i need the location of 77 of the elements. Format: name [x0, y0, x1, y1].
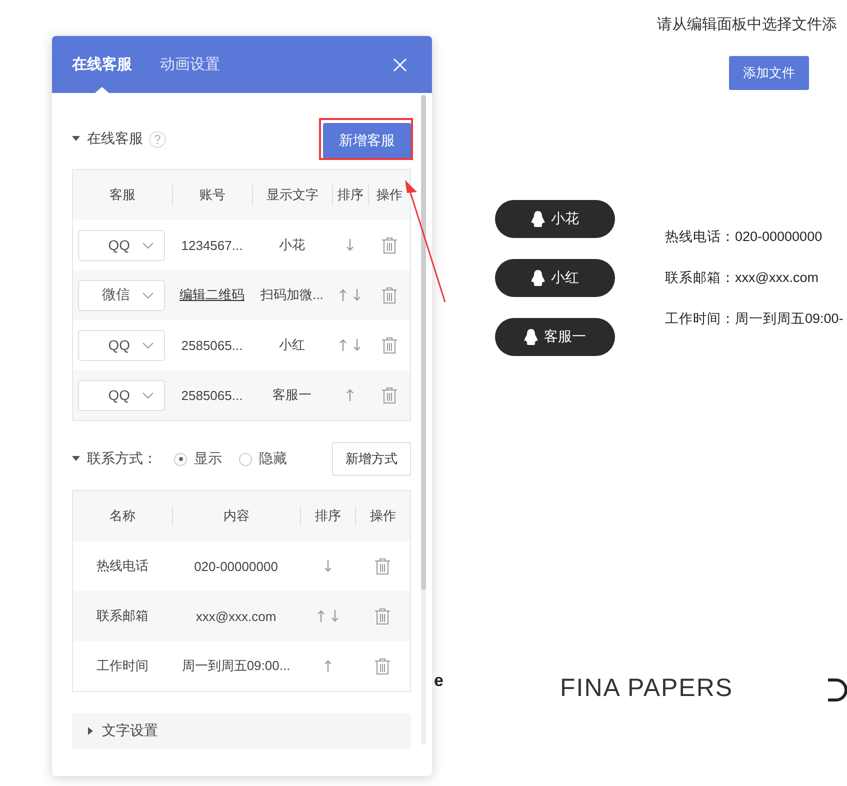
radio-label[interactable]: 显示	[194, 450, 222, 468]
table-cell: 小红	[279, 336, 305, 354]
up-arrow-icon[interactable]	[324, 660, 332, 672]
edit-qr-link[interactable]: 编辑二维码	[180, 286, 244, 304]
radio-label[interactable]: 隐藏	[259, 450, 287, 468]
caret-icon[interactable]	[72, 136, 80, 142]
logo-icon	[826, 678, 847, 702]
column-header: 操作	[355, 506, 410, 526]
column-header: 排序	[332, 185, 368, 205]
trash-icon[interactable]	[382, 336, 396, 354]
table-cell: 2585065...	[181, 338, 243, 352]
chevron-icon	[142, 342, 154, 348]
add-contact-button[interactable]: 新增方式	[332, 442, 411, 476]
table-cell: 1234567...	[181, 238, 243, 252]
trash-icon[interactable]	[375, 558, 390, 574]
up-arrow-icon[interactable]	[339, 289, 347, 301]
table-cell: xxx@xxx.com	[196, 608, 276, 624]
add-service-button[interactable]: 新增客服	[323, 123, 411, 159]
up-arrow-icon[interactable]	[316, 610, 324, 622]
type-select[interactable]: QQ	[78, 380, 165, 410]
column-header: 名称	[108, 507, 136, 525]
service-button[interactable]: 小红	[495, 259, 615, 297]
up-arrow-icon[interactable]	[346, 389, 354, 401]
table-cell: 周一到周五09:00...	[182, 657, 290, 675]
scrollbar[interactable]	[421, 95, 426, 745]
down-arrow-icon[interactable]	[353, 289, 361, 301]
contact-line: 工作时间：周一到周五09:00-	[665, 310, 844, 328]
penguin-icon	[531, 211, 545, 227]
add-file-button[interactable]: 添加文件	[729, 56, 809, 90]
down-arrow-icon[interactable]	[324, 560, 332, 572]
column-header: 排序	[300, 506, 355, 526]
penguin-icon	[531, 270, 545, 286]
table-cell: 2585065...	[181, 388, 243, 402]
column-header: 账号	[172, 185, 252, 205]
caret-icon[interactable]	[72, 456, 80, 462]
column-header: 客服	[108, 186, 136, 204]
chevron-icon	[142, 392, 154, 398]
text-settings-section[interactable]: 文字设置	[72, 713, 411, 749]
trash-icon[interactable]	[382, 236, 396, 254]
table-cell: 联系邮箱	[96, 607, 148, 625]
table-cell: 020-00000000	[194, 558, 278, 574]
contact-line: 热线电话：020-00000000	[665, 228, 824, 246]
chevron-icon	[142, 242, 154, 248]
service-button[interactable]: 小花	[495, 200, 615, 238]
trash-icon[interactable]	[375, 658, 390, 674]
trash-icon[interactable]	[382, 386, 396, 404]
trash-icon[interactable]	[382, 286, 396, 304]
section-title: 在线客服	[87, 130, 143, 148]
column-header: 内容	[172, 506, 300, 526]
logo-text: FINA PAPERS	[560, 674, 734, 703]
table-cell: 小花	[279, 236, 305, 254]
table-cell: 工作时间	[96, 657, 148, 675]
help-icon[interactable]	[149, 130, 166, 148]
type-select[interactable]: 微信	[78, 280, 165, 310]
service-button[interactable]: 客服一	[495, 318, 615, 356]
radio-button[interactable]	[174, 452, 187, 466]
panel-tab[interactable]: 在线客服	[72, 36, 132, 93]
down-arrow-icon[interactable]	[330, 610, 338, 622]
type-select[interactable]: QQ	[78, 330, 165, 360]
column-header: 显示文字	[252, 185, 332, 205]
radio-button[interactable]	[239, 452, 252, 466]
section-title: 联系方式：	[87, 450, 157, 468]
down-arrow-icon[interactable]	[353, 339, 361, 351]
type-select[interactable]: QQ	[78, 230, 165, 260]
trash-icon[interactable]	[375, 608, 390, 624]
contact-line: 联系邮箱：xxx@xxx.com	[665, 269, 820, 287]
close-icon[interactable]	[393, 58, 407, 72]
heading-fragment: e	[434, 671, 444, 691]
chevron-icon	[142, 292, 154, 298]
section-title: 文字设置	[102, 722, 158, 740]
prompt-text: 请从编辑面板中选择文件添	[657, 15, 837, 34]
table-cell: 热线电话	[96, 557, 148, 575]
down-arrow-icon[interactable]	[346, 239, 354, 251]
up-arrow-icon[interactable]	[339, 339, 347, 351]
penguin-icon	[524, 329, 538, 345]
table-cell: 扫码加微...	[260, 286, 324, 304]
table-cell: 客服一	[272, 386, 312, 404]
